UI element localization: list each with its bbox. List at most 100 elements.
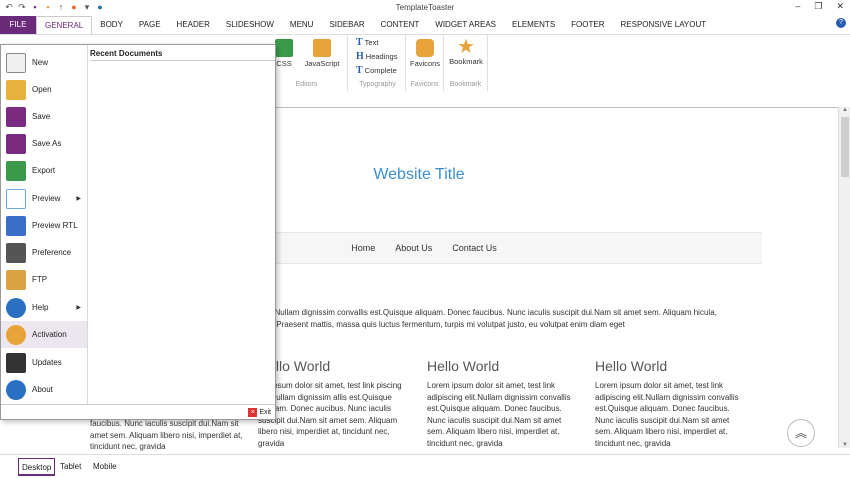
- submenu-arrow-icon: ▶: [76, 305, 81, 311]
- ribbon-tabs: FILE GENERAL BODY PAGE HEADER SLIDESHOW …: [0, 16, 850, 34]
- column-text: Lorem ipsum dolor sit amet, test link ad…: [595, 381, 739, 448]
- submenu-arrow-icon: ▶: [76, 196, 81, 202]
- tab-footer[interactable]: FOOTER: [563, 16, 612, 34]
- content-column: Hello World em ipsum dolor sit amet, tes…: [258, 358, 408, 448]
- content-column: Hello World Lorem ipsum dolor sit amet, …: [427, 358, 577, 448]
- favicons-button[interactable]: Favicons: [408, 39, 442, 68]
- menu-help[interactable]: Help ▶: [1, 294, 87, 321]
- menu-open[interactable]: Open: [1, 76, 87, 103]
- column-text: Lorem ipsum dolor sit amet, test link ad…: [427, 381, 571, 448]
- column-text: em ipsum dolor sit amet, test link pisci…: [258, 381, 402, 448]
- minimize-icon[interactable]: –: [795, 1, 800, 12]
- preview-icon: [6, 188, 26, 209]
- typography-text-button[interactable]: T Text: [356, 37, 378, 48]
- menu-export[interactable]: Export: [1, 157, 87, 184]
- tab-mobile[interactable]: Mobile: [93, 458, 117, 476]
- menu-preview[interactable]: Preview ▶: [1, 185, 87, 212]
- file-menu: New Open Save Save As Export Preview ▶ Pr…: [0, 44, 276, 420]
- tab-sidebar[interactable]: SIDEBAR: [321, 16, 372, 34]
- column-heading: Hello World: [258, 358, 331, 374]
- tab-tablet[interactable]: Tablet: [60, 458, 81, 476]
- favicon-icon: [416, 39, 434, 57]
- column-heading: Hello World: [427, 358, 500, 374]
- menu-ftp[interactable]: FTP: [1, 266, 87, 293]
- tab-elements[interactable]: ELEMENTS: [504, 16, 563, 34]
- export-icon: [6, 160, 26, 181]
- exit-icon: ×: [248, 408, 258, 417]
- tools-icon: [6, 242, 26, 263]
- menu-item-about-us[interactable]: About Us: [395, 243, 432, 253]
- divider: [90, 60, 275, 61]
- download-icon: [6, 352, 26, 373]
- ftp-icon: [6, 269, 26, 290]
- javascript-icon: [313, 39, 331, 57]
- vertical-scrollbar[interactable]: ▲ ▼: [838, 107, 850, 448]
- help-icon[interactable]: ?: [836, 18, 846, 28]
- star-icon: ★: [457, 36, 475, 58]
- scroll-up-icon[interactable]: ▲: [839, 107, 850, 113]
- column-text-partial: faucibus. Nunc iaculis suscipit dui.Nam …: [90, 419, 243, 451]
- content-column: Hello World Lorem ipsum dolor sit amet, …: [595, 358, 745, 448]
- complete-icon: T: [356, 65, 363, 76]
- menu-save-as[interactable]: Save As: [1, 130, 87, 157]
- editors-group: CSS JavaScript Editors: [266, 35, 348, 91]
- help-icon: [6, 297, 26, 318]
- intro-paragraph: elit.Nullam dignissim convallis est.Quis…: [262, 308, 717, 329]
- save-as-icon: [6, 133, 26, 154]
- save-icon: [6, 106, 26, 127]
- menu-preference[interactable]: Preference: [1, 239, 87, 266]
- typography-complete-button[interactable]: T Complete: [356, 65, 397, 76]
- scrollbar-thumb[interactable]: [841, 117, 849, 177]
- open-folder-icon: [6, 79, 26, 100]
- tab-general[interactable]: GENERAL: [36, 16, 93, 34]
- tab-page[interactable]: PAGE: [131, 16, 169, 34]
- file-menu-list: New Open Save Save As Export Preview ▶ Pr…: [1, 45, 88, 404]
- menu-about[interactable]: About: [1, 376, 87, 403]
- favicons-group: Favicons Favicons: [406, 35, 444, 91]
- tab-content[interactable]: CONTENT: [373, 16, 428, 34]
- info-icon: [6, 379, 26, 400]
- bookmark-group: ★ Bookmark Bookmark: [444, 35, 488, 91]
- menu-save[interactable]: Save: [1, 103, 87, 130]
- menu-preview-rtl[interactable]: Preview RTL: [1, 212, 87, 239]
- close-icon[interactable]: ✕: [836, 1, 844, 12]
- editors-caption: Editors: [295, 81, 318, 88]
- css-icon: [275, 39, 293, 57]
- typography-headings-button[interactable]: H Headings: [356, 51, 397, 62]
- text-icon: T: [356, 37, 363, 48]
- title-bar: ↶ ↷ ▪ ▪ ↑ ● ▾ ● TemplateToaster – ❐ ✕: [0, 0, 850, 16]
- scroll-to-top-button[interactable]: ︽: [787, 419, 815, 447]
- menu-new[interactable]: New: [1, 49, 87, 76]
- tab-header[interactable]: HEADER: [169, 16, 218, 34]
- new-document-icon: [6, 52, 26, 73]
- tab-file[interactable]: FILE: [0, 16, 36, 34]
- headings-icon: H: [356, 51, 364, 62]
- typography-group: T Text H Headings T Complete Typography: [350, 35, 406, 91]
- column-heading: Hello World: [595, 358, 668, 374]
- app-title: TemplateToaster: [395, 3, 455, 12]
- menu-activation[interactable]: Activation: [1, 321, 87, 348]
- key-icon: [6, 324, 26, 345]
- scroll-down-icon[interactable]: ▼: [839, 442, 850, 448]
- preview-rtl-icon: [6, 215, 26, 236]
- menu-updates[interactable]: Updates: [1, 349, 87, 376]
- exit-button[interactable]: × Exit: [248, 408, 271, 417]
- bookmark-button[interactable]: ★ Bookmark: [446, 37, 486, 66]
- file-menu-footer: × Exit: [1, 404, 275, 420]
- menu-item-contact-us[interactable]: Contact Us: [452, 243, 497, 253]
- favicons-caption: Favicons: [410, 81, 439, 88]
- javascript-editor-button[interactable]: JavaScript: [302, 39, 342, 68]
- menu-item-home[interactable]: Home: [351, 243, 375, 253]
- tab-desktop[interactable]: Desktop: [18, 458, 56, 476]
- tab-body[interactable]: BODY: [92, 16, 131, 34]
- recent-documents-title: Recent Documents: [90, 49, 163, 58]
- tab-widget-areas[interactable]: WIDGET AREAS: [427, 16, 504, 34]
- window-controls: – ❐ ✕: [795, 1, 844, 12]
- typography-caption: Typography: [359, 81, 396, 88]
- maximize-icon[interactable]: ❐: [814, 1, 822, 12]
- tab-menu[interactable]: MENU: [282, 16, 322, 34]
- tab-responsive-layout[interactable]: RESPONSIVE LAYOUT: [613, 16, 715, 34]
- bookmark-caption: Bookmark: [449, 81, 482, 88]
- tab-slideshow[interactable]: SLIDESHOW: [218, 16, 282, 34]
- device-tabs: Desktop Tablet Mobile: [0, 454, 850, 478]
